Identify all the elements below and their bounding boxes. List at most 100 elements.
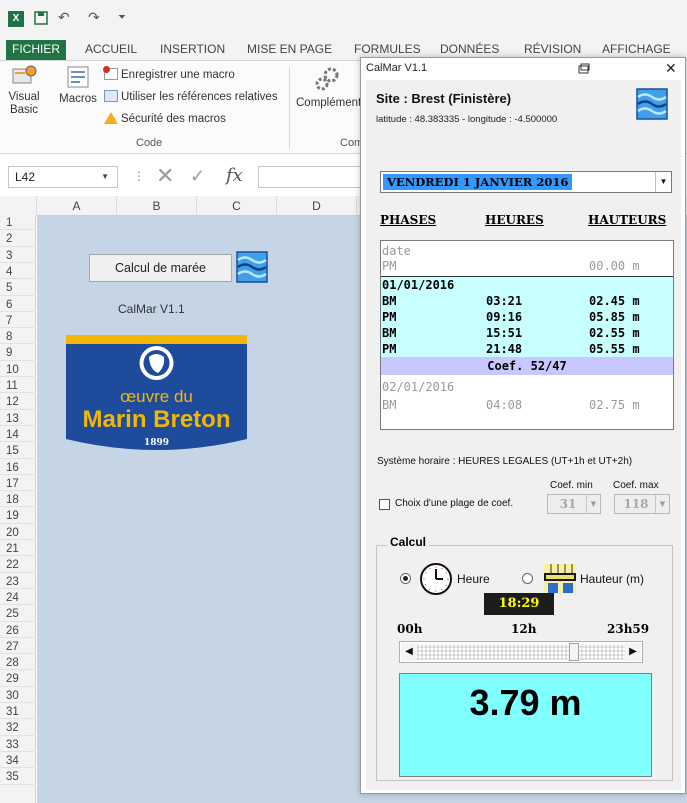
redo-icon[interactable]: ↷ <box>88 9 100 26</box>
radio-hauteur[interactable] <box>522 573 533 584</box>
table-row: PM 09:16 05.85 m <box>381 309 673 325</box>
scale-start-label: 00h <box>397 622 423 636</box>
radio-heure-label[interactable]: Heure <box>457 572 490 586</box>
row-header[interactable]: 3 <box>0 249 36 263</box>
formula-input[interactable] <box>258 166 368 188</box>
row-header[interactable]: 20 <box>0 526 36 541</box>
phase-cell: BM <box>382 294 397 308</box>
row-header[interactable]: 9 <box>0 346 36 361</box>
row-header[interactable]: 16 <box>0 461 36 475</box>
row-header[interactable]: 10 <box>0 363 36 378</box>
time-slider[interactable]: ◀ ▶ <box>399 641 643 663</box>
row-header[interactable]: 28 <box>0 656 36 671</box>
row-header[interactable]: 11 <box>0 379 36 394</box>
complements-button[interactable]: Compléments <box>296 65 367 110</box>
site-coordinates: latitude : 48.383335 - longitude : -4.50… <box>376 114 558 125</box>
scale-mid-label: 12h <box>511 622 537 636</box>
insert-function-icon[interactable]: fx <box>226 166 243 186</box>
row-header[interactable]: 23 <box>0 575 36 589</box>
coef-min-select[interactable]: 31 ▼ <box>547 494 601 514</box>
row-header[interactable]: 24 <box>0 591 36 606</box>
row-header[interactable]: 29 <box>0 672 36 687</box>
prev-height: 00.00 m <box>589 259 640 273</box>
row-header[interactable]: 1 <box>0 216 36 231</box>
row-header[interactable]: 2 <box>0 232 36 247</box>
chevron-down-icon: ▼ <box>101 172 109 181</box>
slider-track[interactable] <box>417 644 625 660</box>
coef-max-value: 118 <box>623 497 649 511</box>
dialog-body: Site : Brest (Finistère) latitude : 48.3… <box>366 80 681 790</box>
record-macro-button[interactable]: Enregistrer une macro <box>103 66 235 83</box>
row-header[interactable]: 13 <box>0 412 36 426</box>
row-header[interactable]: 19 <box>0 509 36 524</box>
column-header-d[interactable]: D <box>277 196 357 216</box>
ruler-icon[interactable] <box>543 563 577 595</box>
tab-mise-en-page[interactable]: MISE EN PAGE <box>247 40 332 60</box>
calcul-maree-button[interactable]: Calcul de marée <box>89 254 232 282</box>
prev-date-label: date <box>382 244 411 258</box>
row-header[interactable]: 14 <box>0 428 36 443</box>
height-cell: 02.55 m <box>589 326 640 340</box>
undo-icon[interactable]: ↶ <box>58 9 70 26</box>
height-cell: 02.75 m <box>589 398 640 412</box>
chevron-down-icon: ▼ <box>586 495 600 513</box>
table-row: 02/01/2016 <box>381 379 673 395</box>
row-header[interactable]: 18 <box>0 493 36 508</box>
row-header[interactable]: 32 <box>0 721 36 736</box>
row-header[interactable]: 21 <box>0 542 36 557</box>
row-header[interactable]: 5 <box>0 281 36 296</box>
date-select[interactable]: VENDREDI 1 JANVIER 2016 ▼ <box>380 171 672 193</box>
save-icon[interactable] <box>34 11 48 25</box>
row-header[interactable]: 34 <box>0 754 36 769</box>
row-header[interactable]: 31 <box>0 705 36 720</box>
column-header-c[interactable]: C <box>197 196 277 216</box>
row-header[interactable]: 30 <box>0 689 36 704</box>
slider-right-arrow-icon[interactable]: ▶ <box>625 643 641 661</box>
macro-security-button[interactable]: Sécurité des macros <box>104 111 226 127</box>
wave-icon[interactable] <box>236 251 268 283</box>
relative-refs-button[interactable]: Utiliser les références relatives <box>104 89 278 105</box>
enter-icon[interactable]: ✓ <box>190 166 205 186</box>
table-row: BM 03:21 02.45 m <box>381 293 673 309</box>
name-box[interactable]: L42 ▼ <box>8 166 118 188</box>
tab-accueil[interactable]: ACCUEIL <box>85 40 137 60</box>
row-header[interactable]: 22 <box>0 558 36 573</box>
row-header[interactable]: 25 <box>0 607 36 622</box>
row-header[interactable]: 6 <box>0 298 36 312</box>
column-header-b[interactable]: B <box>117 196 197 216</box>
row-header[interactable]: 4 <box>0 265 36 280</box>
tab-insertion[interactable]: INSERTION <box>160 40 225 60</box>
slider-thumb[interactable] <box>569 643 580 661</box>
row-header[interactable]: 33 <box>0 738 36 752</box>
slider-left-arrow-icon[interactable]: ◀ <box>401 643 417 661</box>
restore-icon[interactable] <box>577 62 591 76</box>
radio-heure[interactable] <box>400 573 411 584</box>
row-header[interactable]: 17 <box>0 477 36 492</box>
dialog-title: CalMar V1.1 <box>366 62 428 74</box>
macros-button[interactable]: Macros <box>56 65 100 106</box>
chevron-down-icon[interactable]: ▼ <box>655 172 671 192</box>
clock-icon[interactable] <box>419 562 453 596</box>
close-icon[interactable]: ✕ <box>665 60 677 77</box>
row-header[interactable]: 7 <box>0 314 36 329</box>
coef-max-select[interactable]: 118 ▼ <box>614 494 670 514</box>
row-header[interactable]: 15 <box>0 444 36 459</box>
cancel-icon[interactable]: ✕ <box>156 165 174 187</box>
row-header[interactable]: 8 <box>0 330 36 345</box>
select-all-corner[interactable] <box>0 196 37 216</box>
dialog-title-bar[interactable]: CalMar V1.1 ✕ <box>361 58 685 80</box>
tab-fichier[interactable]: FICHIER <box>6 40 66 60</box>
customize-qat-icon[interactable]: ⏷ <box>118 12 126 23</box>
tide-table[interactable]: date PM 00.00 m 01/01/2016 BM 03:21 02.4… <box>380 240 674 430</box>
visual-basic-button[interactable]: Visual Basic <box>6 65 42 117</box>
row-header[interactable]: 27 <box>0 640 36 655</box>
row-header[interactable]: 35 <box>0 770 36 785</box>
calcul-frame-label: Calcul <box>387 535 430 549</box>
radio-hauteur-label[interactable]: Hauteur (m) <box>580 572 644 586</box>
coef-range-checkbox[interactable] <box>379 499 390 510</box>
time-system-label: Système horaire : HEURES LEGALES (UT+1h … <box>377 456 633 467</box>
row-header[interactable]: 26 <box>0 624 36 638</box>
row-header[interactable]: 12 <box>0 395 36 410</box>
column-header-a[interactable]: A <box>37 196 117 216</box>
coef-range-checkbox-label[interactable]: Choix d'une plage de coef. <box>395 498 513 509</box>
